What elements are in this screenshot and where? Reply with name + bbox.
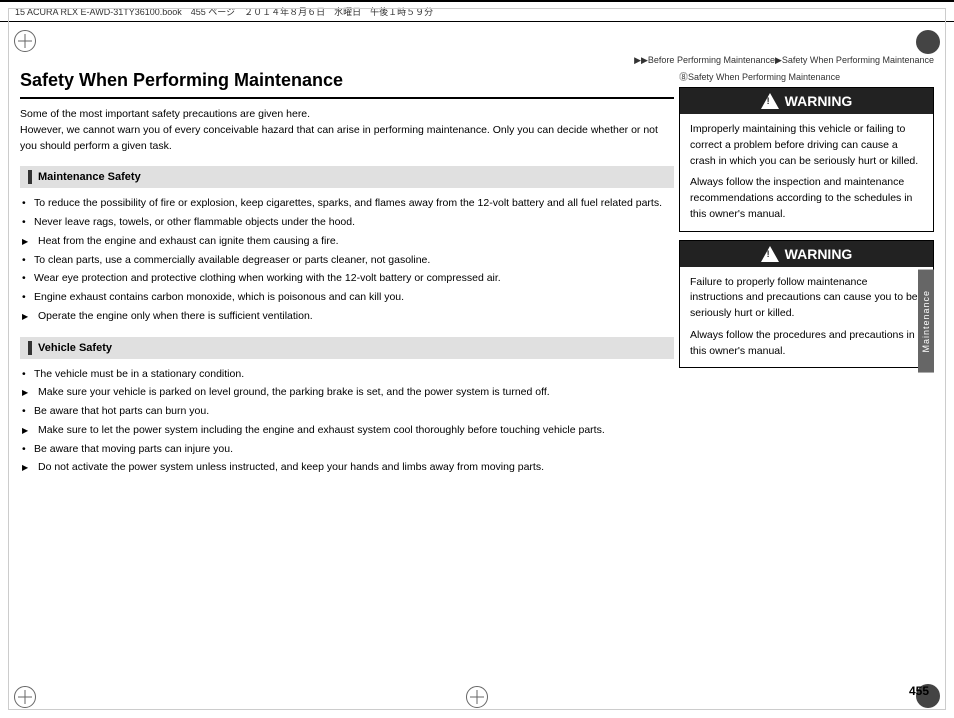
list-item: Be aware that moving parts can injure yo… (20, 442, 674, 458)
list-item: Wear eye protection and protective cloth… (20, 271, 674, 287)
maintenance-side-tab: Maintenance (918, 270, 934, 373)
section-heading-vehicle: Vehicle Safety (38, 342, 112, 354)
warning-box-2: WARNING Failure to properly follow maint… (679, 240, 934, 369)
top-bar: 15 ACURA RLX E-AWD-31TY36100.book 455 ペー… (0, 0, 954, 22)
section-bar-icon-2 (28, 341, 32, 355)
right-sidebar: ⓼Safety When Performing Maintenance WARN… (679, 70, 934, 668)
list-item: Make sure to let the power system includ… (20, 423, 674, 439)
crosshair-bc (466, 686, 488, 708)
list-item: Do not activate the power system unless … (20, 460, 674, 476)
page-number: 455 (909, 684, 929, 698)
crosshair-bl (14, 686, 36, 708)
intro-text: Some of the most important safety precau… (20, 107, 674, 154)
section-header-maintenance: Maintenance Safety (20, 166, 674, 188)
intro-line-1: Some of the most important safety precau… (20, 107, 674, 123)
warning-header-1: WARNING (680, 88, 933, 114)
maintenance-list: To reduce the possibility of fire or exp… (20, 196, 674, 324)
warning-text-2b: Always follow the procedures and precaut… (690, 328, 923, 360)
intro-line-2: However, we cannot warn you of every con… (20, 123, 674, 155)
top-bar-text: 15 ACURA RLX E-AWD-31TY36100.book 455 ペー… (15, 5, 939, 18)
section-heading-maintenance: Maintenance Safety (38, 171, 141, 183)
ref-text: ⓼Safety When Performing Maintenance (679, 70, 934, 83)
page-container: 15 ACURA RLX E-AWD-31TY36100.book 455 ペー… (0, 0, 954, 718)
warning-body-1: Improperly maintaining this vehicle or f… (680, 114, 933, 231)
warning-text-2a: Failure to properly follow maintenance i… (690, 275, 923, 322)
warning-triangle-icon-1 (761, 93, 779, 109)
list-item: To clean parts, use a commercially avail… (20, 253, 674, 269)
corner-mark-bc (466, 686, 488, 708)
list-item: Never leave rags, towels, or other flamm… (20, 215, 674, 231)
breadcrumb: ▶▶Before Performing Maintenance▶Safety W… (634, 55, 934, 66)
list-item: Be aware that hot parts can burn you. (20, 404, 674, 420)
warning-header-2: WARNING (680, 241, 933, 267)
list-item: Operate the engine only when there is su… (20, 309, 674, 325)
warning-label-2: WARNING (785, 246, 853, 262)
list-item: To reduce the possibility of fire or exp… (20, 196, 674, 212)
list-item: Heat from the engine and exhaust can ign… (20, 234, 674, 250)
corner-mark-bl (14, 686, 36, 708)
corner-mark-tl (14, 30, 36, 52)
list-item: Make sure your vehicle is parked on leve… (20, 385, 674, 401)
warning-label-1: WARNING (785, 93, 853, 109)
warning-box-1: WARNING Improperly maintaining this vehi… (679, 87, 934, 232)
section-header-vehicle: Vehicle Safety (20, 337, 674, 359)
section-bar-icon (28, 170, 32, 184)
crosshair-tl (14, 30, 36, 52)
page-title: Safety When Performing Maintenance (20, 70, 674, 99)
main-content: Safety When Performing Maintenance Some … (20, 70, 674, 668)
warning-triangle-icon-2 (761, 246, 779, 262)
list-item: Engine exhaust contains carbon monoxide,… (20, 290, 674, 306)
warning-text-1b: Always follow the inspection and mainten… (690, 175, 923, 222)
list-item: The vehicle must be in a stationary cond… (20, 367, 674, 383)
corner-mark-tr (916, 30, 940, 54)
warning-body-2: Failure to properly follow maintenance i… (680, 267, 933, 368)
crosshair-inner-bl (18, 690, 32, 704)
vehicle-list: The vehicle must be in a stationary cond… (20, 367, 674, 477)
warning-text-1a: Improperly maintaining this vehicle or f… (690, 122, 923, 169)
crosshair-inner-tl (18, 34, 32, 48)
filled-circle-tr (916, 30, 940, 54)
crosshair-inner-bc (470, 690, 484, 704)
